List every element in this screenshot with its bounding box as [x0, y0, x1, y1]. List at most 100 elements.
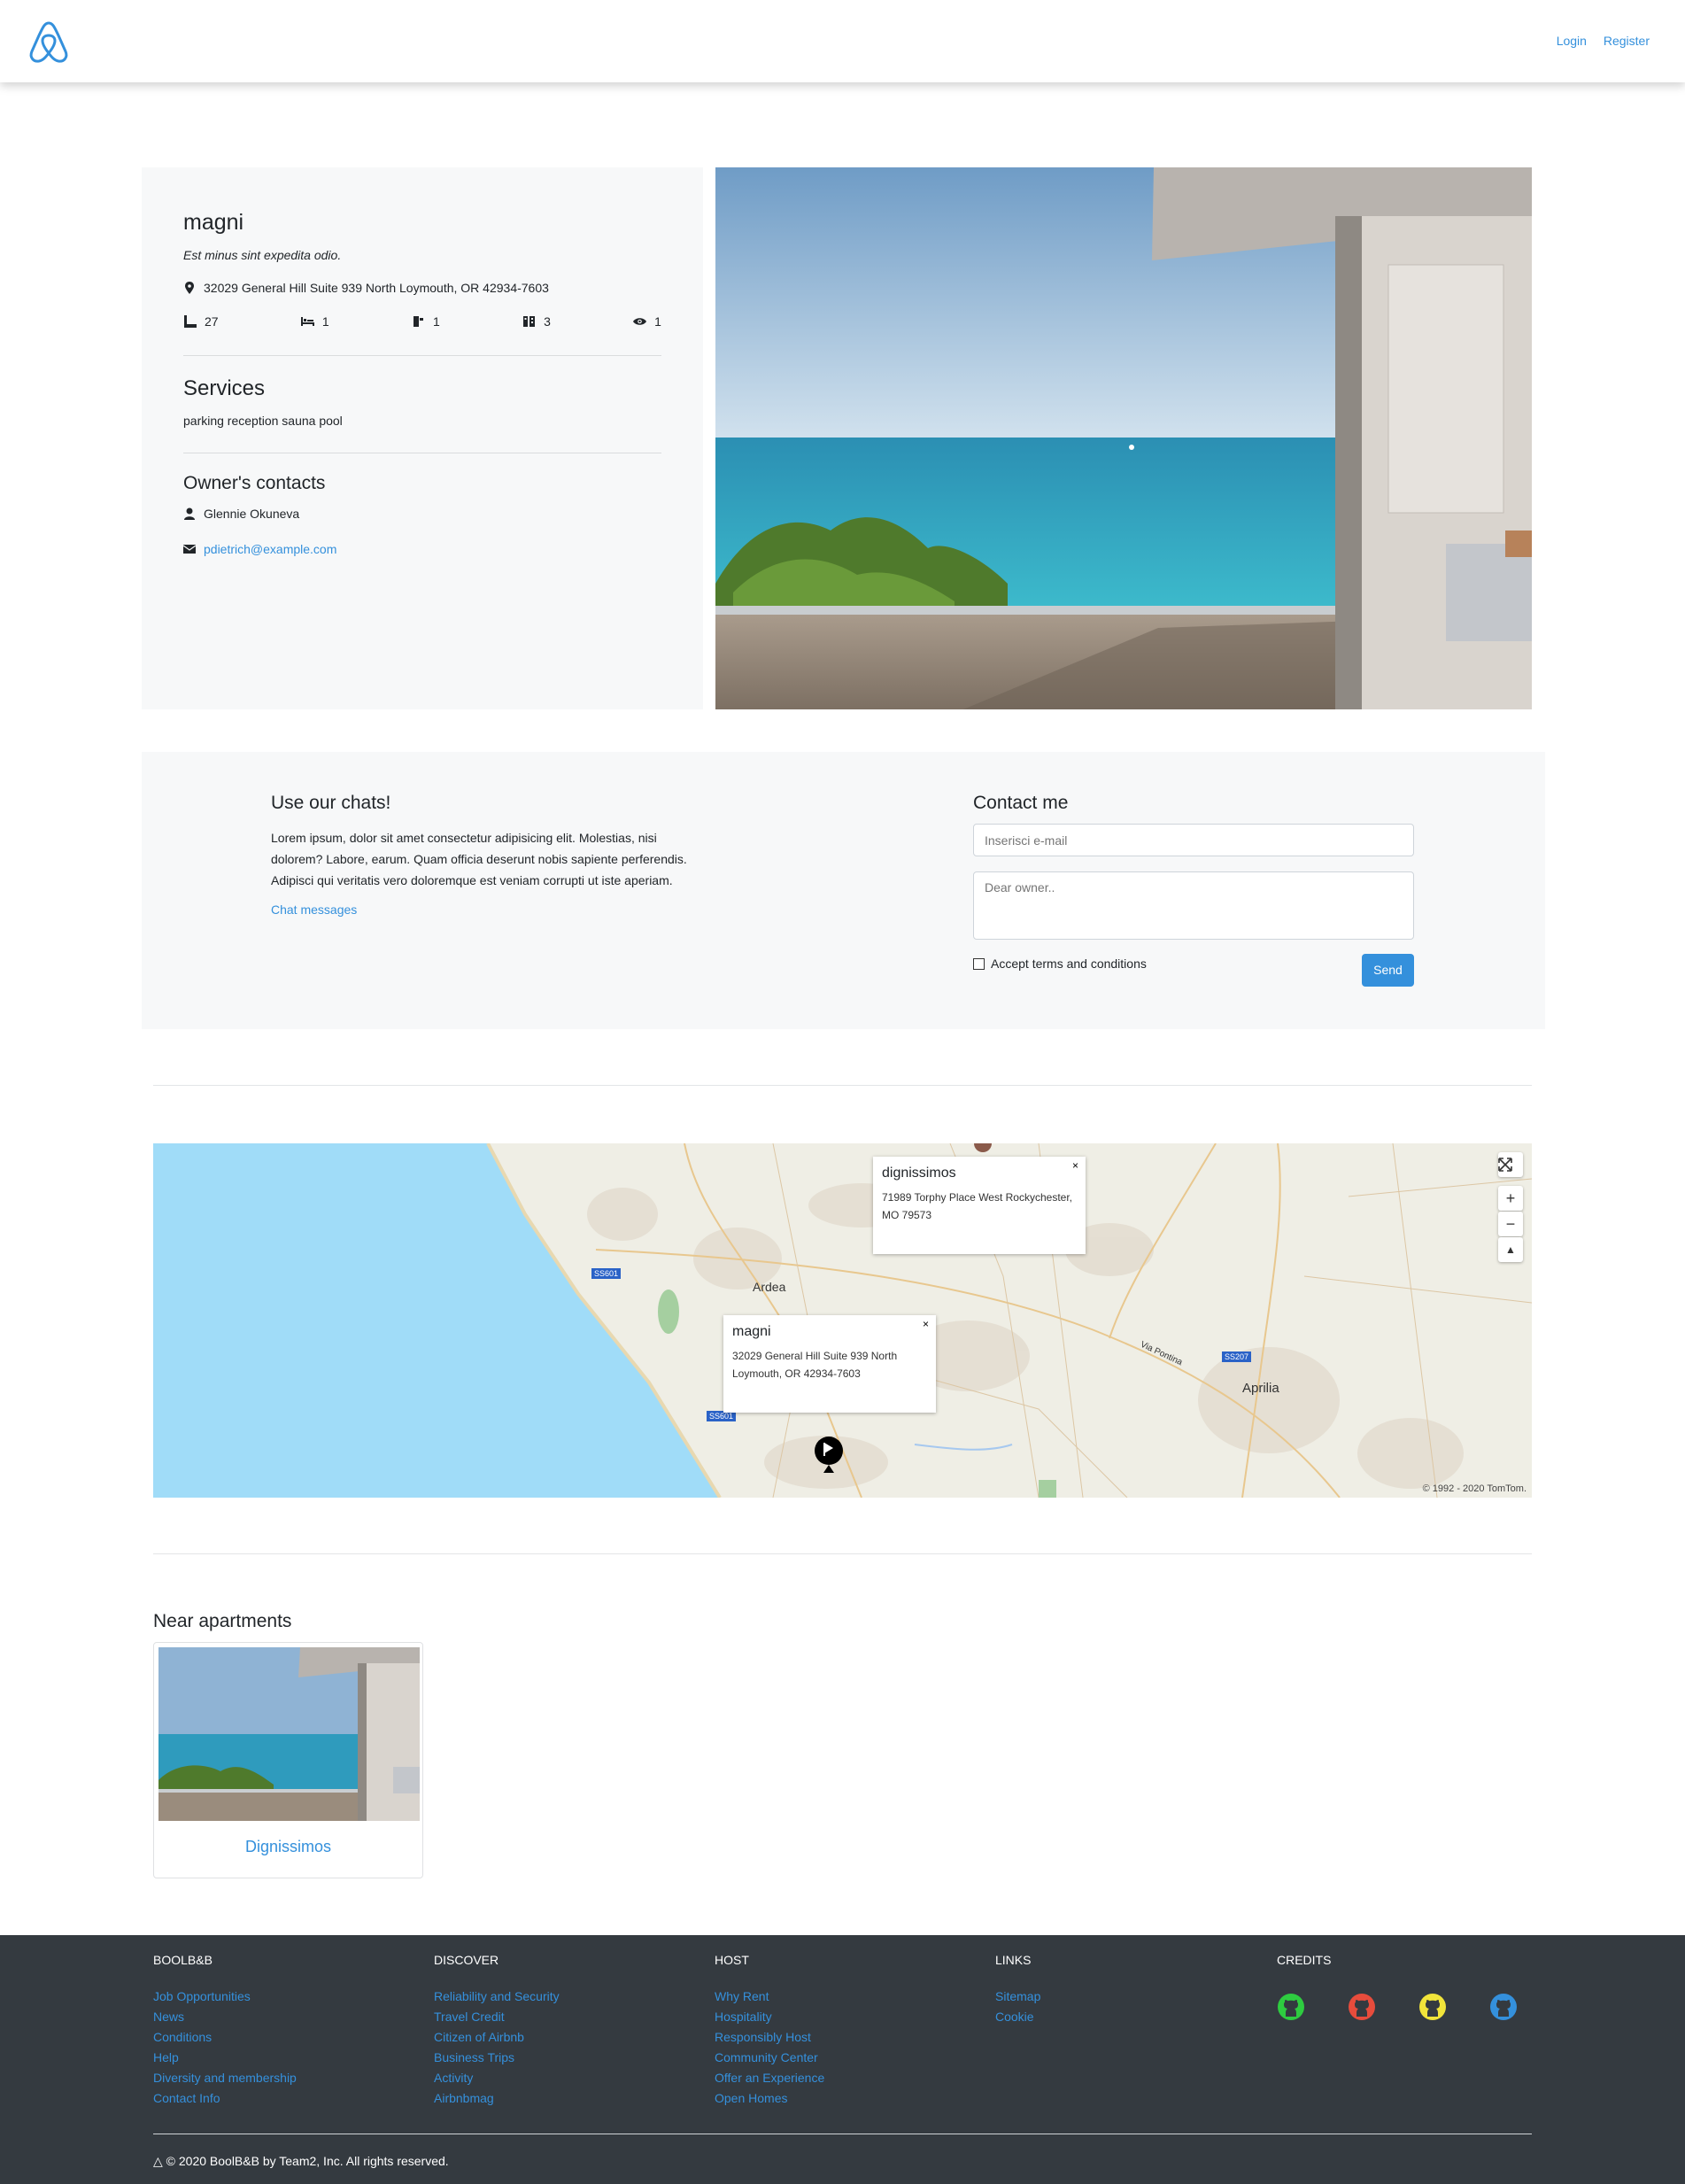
airbnb-logo-icon[interactable]	[27, 18, 71, 64]
zoom-out-button[interactable]: −	[1498, 1212, 1523, 1236]
chat-description: Lorem ipsum, dolor sit amet consectetur …	[271, 831, 687, 887]
email-field[interactable]	[973, 824, 1414, 856]
section-divider	[153, 1085, 1532, 1086]
footer-link[interactable]: Reliability and Security	[434, 1987, 560, 2007]
apartment-stats: 27 1 1 3 1	[183, 314, 661, 329]
airbnb-small-icon: △	[153, 2154, 163, 2168]
popup-close-icon[interactable]: ×	[1072, 1159, 1078, 1172]
user-icon	[184, 507, 195, 520]
footer-link[interactable]: Sitemap	[995, 1987, 1040, 2007]
footer-link[interactable]: Travel Credit	[434, 2007, 560, 2027]
owner-email-row: pdietrich@example.com	[183, 542, 336, 556]
footer-column-host: HOST Why Rent Hospitality Responsibly Ho…	[715, 1953, 824, 2109]
terms-row: Accept terms and conditions	[973, 956, 1147, 971]
popup-address: 71989 Torphy Place West Rockychester, MO…	[882, 1191, 1073, 1221]
compass-icon[interactable]: ▲	[1498, 1237, 1523, 1262]
place-label: Ardea	[753, 1280, 786, 1294]
footer-link[interactable]: Diversity and membership	[153, 2068, 297, 2088]
popup-close-icon[interactable]: ×	[923, 1318, 929, 1330]
near-apartments-title: Near apartments	[153, 1611, 292, 1631]
login-link[interactable]: Login	[1557, 34, 1587, 48]
popup-title: dignissimos	[882, 1166, 956, 1181]
stat-bathrooms: 1	[412, 314, 440, 329]
chat-title: Use our chats!	[271, 793, 391, 813]
footer-link[interactable]: Responsibly Host	[715, 2027, 824, 2048]
section-divider	[183, 355, 661, 356]
footer: BOOLB&B Job Opportunities News Condition…	[0, 1935, 1685, 2184]
map-popup: × magni 32029 General Hill Suite 939 Nor…	[723, 1315, 936, 1413]
github-icon[interactable]	[1277, 1993, 1305, 2021]
stat-rooms: 3	[522, 314, 551, 329]
apartment-info-panel: magni Est minus sint expedita odio. 3202…	[142, 167, 703, 709]
apartment-description: Est minus sint expedita odio.	[183, 248, 342, 262]
apartment-card-title[interactable]: Dignissimos	[154, 1838, 422, 1856]
footer-link[interactable]: Conditions	[153, 2027, 297, 2048]
zoom-in-button[interactable]: +	[1498, 1186, 1523, 1211]
owner-contacts-title: Owner's contacts	[183, 473, 326, 493]
owner-email-link[interactable]: pdietrich@example.com	[204, 542, 336, 556]
bathtub-icon	[413, 316, 423, 327]
section-divider	[153, 1553, 1532, 1554]
terms-checkbox[interactable]	[973, 957, 985, 970]
footer-link[interactable]: Airbnbmag	[434, 2088, 560, 2109]
stat-value: 1	[432, 314, 440, 329]
stat-views: 1	[633, 314, 661, 329]
footer-link[interactable]: Cookie	[995, 2007, 1040, 2027]
eye-icon	[633, 318, 647, 325]
footer-link[interactable]: Hospitality	[715, 2007, 824, 2027]
fullscreen-icon[interactable]	[1498, 1152, 1523, 1177]
envelope-icon	[183, 545, 196, 554]
footer-heading: LINKS	[995, 1953, 1032, 1967]
footer-link[interactable]: Community Center	[715, 2048, 824, 2068]
github-icon[interactable]	[1489, 1993, 1518, 2021]
footer-heading: DISCOVER	[434, 1953, 499, 1967]
terms-label: Accept terms and conditions	[991, 956, 1147, 971]
map-credit: © 1992 - 2020 TomTom.	[1422, 1483, 1527, 1494]
map-marker-icon	[185, 282, 194, 294]
stat-value: 27	[205, 314, 219, 329]
footer-link[interactable]: Citizen of Airbnb	[434, 2027, 560, 2048]
footer-column-boolbb: BOOLB&B Job Opportunities News Condition…	[153, 1953, 297, 2109]
road-badge: SS207	[1222, 1351, 1252, 1362]
place-label: Aprilia	[1242, 1381, 1279, 1396]
github-icon[interactable]	[1418, 1993, 1447, 2021]
stat-beds: 1	[300, 314, 329, 329]
services-title: Services	[183, 376, 266, 400]
footer-link[interactable]: Job Opportunities	[153, 1987, 297, 2007]
apartment-address-row: 32029 General Hill Suite 939 North Loymo…	[183, 281, 549, 295]
footer-link[interactable]: Activity	[434, 2068, 560, 2088]
register-link[interactable]: Register	[1604, 34, 1650, 48]
map[interactable]: Ardea Aprilia Via Pontina SS601 SS601 SS…	[153, 1143, 1532, 1498]
footer-link[interactable]: Offer an Experience	[715, 2068, 824, 2088]
footer-link[interactable]: Contact Info	[153, 2088, 297, 2109]
footer-link[interactable]: Why Rent	[715, 1987, 824, 2007]
footer-link[interactable]: Help	[153, 2048, 297, 2068]
send-button[interactable]: Send	[1362, 954, 1414, 987]
apartment-title: magni	[183, 210, 244, 235]
footer-heading: HOST	[715, 1953, 749, 1967]
message-field[interactable]	[973, 871, 1414, 940]
footer-link[interactable]: Open Homes	[715, 2088, 824, 2109]
popup-address: 32029 General Hill Suite 939 North Loymo…	[732, 1350, 898, 1380]
bed-icon	[300, 317, 314, 326]
contact-section: Use our chats! Lorem ipsum, dolor sit am…	[142, 752, 1545, 1029]
owner-name-row: Glennie Okuneva	[183, 507, 299, 521]
ruler-icon	[184, 315, 197, 328]
footer-link[interactable]: Business Trips	[434, 2048, 560, 2068]
copyright-text: © 2020 BoolB&B by Team2, Inc. All rights…	[166, 2154, 449, 2168]
apartment-photo	[715, 167, 1532, 709]
apartment-card[interactable]: Dignissimos	[153, 1642, 423, 1878]
top-navbar: Login Register	[0, 0, 1685, 82]
chat-messages-link[interactable]: Chat messages	[271, 902, 357, 917]
footer-heading: CREDITS	[1277, 1953, 1332, 1967]
footer-column-links: LINKS Sitemap Cookie	[995, 1953, 1040, 2027]
footer-column-credits: CREDITS	[1277, 1953, 1331, 1987]
stat-value: 1	[321, 314, 329, 329]
apartment-card-image[interactable]	[158, 1647, 420, 1821]
apartment-address: 32029 General Hill Suite 939 North Loymo…	[204, 281, 549, 295]
owner-name: Glennie Okuneva	[204, 507, 300, 521]
github-icon[interactable]	[1348, 1993, 1376, 2021]
stat-square-meters: 27	[183, 314, 219, 329]
footer-link[interactable]: News	[153, 2007, 297, 2027]
road-badge: SS601	[591, 1268, 622, 1279]
